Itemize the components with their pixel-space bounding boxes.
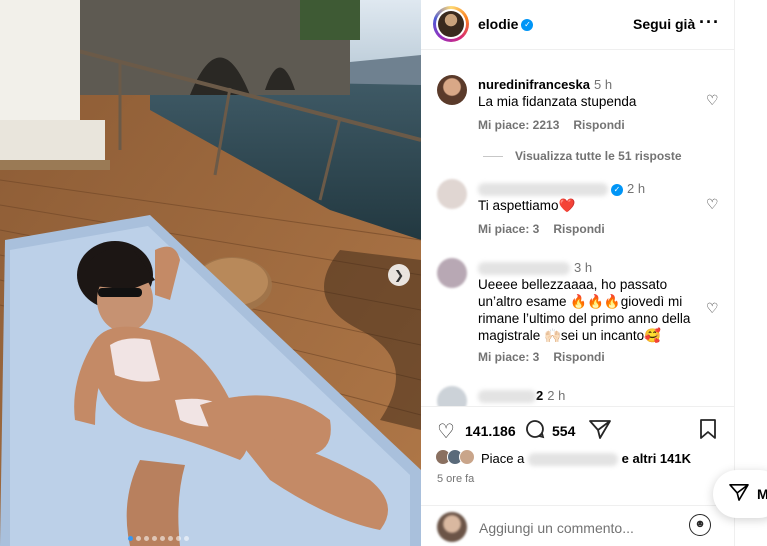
comment-likes[interactable]: Mi piace: 2213	[478, 118, 559, 132]
comment-text: La mia fidanzata stupenda	[478, 94, 637, 109]
post-header: elodie ✓ Segui già ···	[421, 0, 735, 50]
liker-avatar	[459, 449, 475, 465]
post-side-panel: elodie ✓ Segui già ··· nuredinifranceska 5…	[421, 0, 735, 546]
messages-button[interactable]: M	[713, 470, 767, 518]
heart-icon[interactable]: ♡	[706, 92, 719, 109]
comment-icon[interactable]	[525, 419, 545, 445]
messages-label: M	[757, 486, 767, 502]
carousel-dot	[144, 536, 149, 541]
comment-username[interactable]: ✓ 2 h	[478, 181, 645, 197]
post-photo[interactable]: ❯	[0, 0, 421, 546]
verified-badge-icon: ✓	[521, 19, 534, 32]
liked-by[interactable]: Piace a e altri 141K	[435, 449, 735, 469]
likes-count[interactable]: 141.186	[465, 423, 516, 439]
post-actions: ♡ 141.186 554	[421, 406, 735, 452]
carousel-dot	[128, 536, 133, 541]
verified-badge-icon: ✓	[611, 183, 623, 196]
carousel-dot	[168, 536, 173, 541]
heart-icon[interactable]: ♡	[437, 419, 455, 444]
carousel-indicator	[128, 536, 189, 541]
comment-input[interactable]: Aggiungi un commento...	[479, 520, 634, 536]
comment-text: Ti aspettiamo❤️	[478, 198, 576, 213]
chevron-right-icon: ❯	[393, 268, 405, 282]
more-options-icon[interactable]: ···	[699, 12, 720, 33]
add-comment-bar: Aggiungi un commento... ☻	[421, 505, 735, 546]
reply-button[interactable]: Rispondi	[573, 118, 624, 132]
bookmark-icon[interactable]	[699, 419, 717, 445]
comment-text: Ueeee bellezzaaaa, ho passato un’altro e…	[478, 277, 691, 343]
comments-count[interactable]: 554	[552, 423, 575, 439]
comment-avatar[interactable]	[437, 179, 467, 209]
carousel-dot	[176, 536, 181, 541]
author-username[interactable]: elodie ✓	[478, 16, 534, 32]
comment-avatar[interactable]	[437, 75, 467, 105]
author-avatar[interactable]	[433, 6, 469, 42]
next-photo-button[interactable]: ❯	[388, 264, 410, 286]
comment-username[interactable]: nuredinifranceska 5 h	[478, 77, 612, 92]
comment-likes[interactable]: Mi piace: 3	[478, 222, 539, 236]
comment-username[interactable]: 3 h	[478, 260, 592, 276]
comment-meta: Mi piace: 3 Rispondi	[478, 222, 605, 236]
emoji-icon[interactable]: ☻	[689, 514, 711, 536]
photo-illustration	[0, 0, 421, 546]
reply-button[interactable]: Rispondi	[553, 350, 604, 364]
comment-avatar[interactable]	[437, 258, 467, 288]
comments-list[interactable]: nuredinifranceska 5 h La mia fidanzata st…	[421, 50, 735, 406]
reply-button[interactable]: Rispondi	[553, 222, 604, 236]
comment-meta: Mi piace: 3 Rispondi	[478, 350, 605, 364]
view-replies-button[interactable]: Visualizza tutte le 51 risposte	[509, 149, 682, 163]
post-time: 5 ore fa	[437, 473, 475, 485]
comment-likes[interactable]: Mi piace: 3	[478, 350, 539, 364]
comment-avatar[interactable]	[437, 386, 467, 406]
carousel-dot	[160, 536, 165, 541]
comment-meta: Mi piace: 2213 Rispondi	[478, 118, 625, 132]
share-icon[interactable]	[589, 419, 611, 445]
heart-icon[interactable]: ♡	[706, 300, 719, 317]
carousel-dot	[184, 536, 189, 541]
liked-by-text: Piace a e altri 141K	[481, 451, 691, 467]
current-user-avatar	[437, 512, 467, 542]
heart-icon[interactable]: ♡	[706, 196, 719, 213]
following-button[interactable]: Segui già	[633, 16, 695, 32]
carousel-dot	[136, 536, 141, 541]
send-message-icon	[729, 483, 749, 506]
comment-username[interactable]: 22 h	[478, 388, 565, 404]
carousel-dot	[152, 536, 157, 541]
